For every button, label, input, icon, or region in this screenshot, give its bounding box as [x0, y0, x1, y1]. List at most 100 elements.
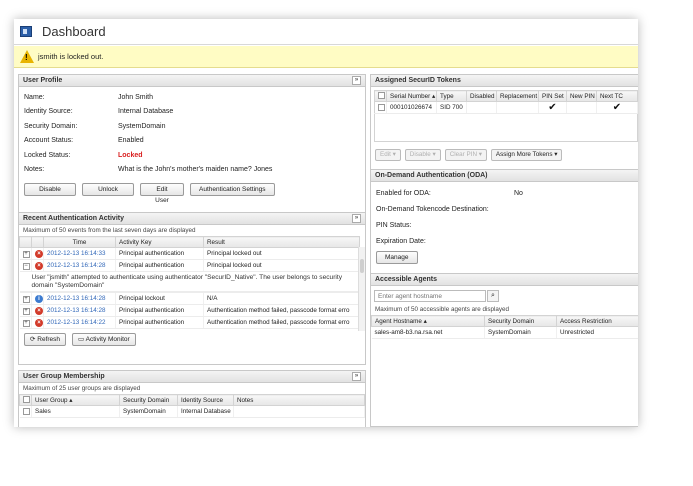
- col-agent-security-domain[interactable]: Security Domain: [484, 315, 557, 327]
- user-profile-header: User Profile »: [19, 75, 365, 87]
- table-row[interactable]: + × 2012-12-13 16:14:28 Principal authen…: [19, 304, 360, 317]
- field-security-domain: Security Domain: SystemDomain: [24, 122, 166, 130]
- checkmark-icon: ✔: [612, 101, 622, 113]
- recent-auth-title: Recent Authentication Activity: [23, 215, 124, 222]
- dropdown-icon: ▾: [478, 151, 482, 158]
- table-row[interactable]: 000101026674 SID 700 ✔ ✔: [374, 101, 638, 114]
- col-disabled[interactable]: Disabled: [466, 90, 497, 102]
- table-row[interactable]: + × 2012-12-13 16:14:33 Principal authen…: [19, 247, 360, 260]
- group-header-row: User Group ▴ Security Domain Identity So…: [19, 394, 365, 406]
- col-result[interactable]: Result: [203, 236, 360, 248]
- table-row[interactable]: Sales SystemDomain Internal Database: [19, 405, 365, 418]
- tokens-header: Assigned SecurID Tokens: [371, 75, 638, 87]
- info-icon: i: [35, 294, 43, 303]
- disable-token-menu[interactable]: Disable ▾: [404, 149, 441, 161]
- group-membership-note: Maximum of 25 user groups are displayed: [23, 385, 141, 392]
- col-access-restriction[interactable]: Access Restriction: [556, 315, 638, 327]
- col-activity-key[interactable]: Activity Key: [115, 236, 204, 248]
- refresh-button[interactable]: ⟳ Refresh: [24, 333, 67, 346]
- collapse-minus-icon[interactable]: −: [22, 262, 30, 270]
- page-title: Dashboard: [42, 24, 106, 39]
- select-all-checkbox[interactable]: [23, 396, 30, 404]
- col-time[interactable]: Time: [43, 236, 116, 248]
- recent-auth-header-row: Time Activity Key Result: [19, 236, 360, 248]
- field-locked-status: Locked Status: Locked: [24, 151, 143, 159]
- monitor-icon: ▭: [78, 336, 86, 343]
- token-row-checkbox[interactable]: [378, 103, 385, 111]
- col-serial-number[interactable]: Serial Number ▴: [386, 90, 437, 102]
- tokens-header-row: Serial Number ▴ Type Disabled Replacemen…: [374, 90, 638, 102]
- recent-auth-grid: Time Activity Key Result + × 2012-12-13 …: [19, 236, 365, 331]
- expand-plus-icon[interactable]: +: [22, 295, 30, 303]
- agents-panel: Accessible Agents ⌕ Maximum of 50 access…: [370, 273, 638, 427]
- sort-asc-icon: ▴: [69, 396, 73, 404]
- clear-pin-menu[interactable]: Clear PIN ▾: [444, 149, 487, 161]
- group-membership-title: User Group Membership: [23, 373, 105, 380]
- agents-title: Accessible Agents: [375, 276, 437, 283]
- search-icon[interactable]: ⌕: [487, 290, 499, 302]
- unlock-button[interactable]: Unlock: [82, 183, 134, 196]
- row-checkbox[interactable]: [22, 407, 30, 415]
- edit-token-menu[interactable]: Edit ▾: [375, 149, 401, 161]
- agents-header-row: Agent Hostname ▴ Security Domain Access …: [371, 315, 638, 327]
- recent-auth-scrollbar[interactable]: [358, 247, 365, 331]
- table-row[interactable]: + i 2012-12-13 16:14:28 Principal lockou…: [19, 292, 360, 305]
- dropdown-icon: ▾: [432, 151, 436, 158]
- collapse-recent-auth-icon[interactable]: »: [352, 214, 361, 223]
- field-identity-source: Identity Source: Internal Database: [24, 108, 174, 116]
- tokens-title: Assigned SecurID Tokens: [375, 77, 461, 84]
- field-notes: Notes: What is the John's mother's maiden…: [24, 166, 273, 174]
- activity-monitor-button[interactable]: ▭ Activity Monitor: [72, 333, 136, 346]
- field-name: Name: John Smith: [24, 93, 154, 101]
- col-agent-hostname[interactable]: Agent Hostname ▴: [371, 315, 485, 327]
- app-logo-icon: [20, 26, 32, 37]
- table-row[interactable]: sales-am8-b3.na.rsa.net SystemDomain Unr…: [371, 326, 638, 339]
- disable-button[interactable]: Disable: [24, 183, 76, 196]
- oda-destination: On-Demand Tokencode Destination:: [376, 205, 489, 213]
- col-type[interactable]: Type: [436, 90, 467, 102]
- manage-oda-button[interactable]: Manage: [376, 251, 418, 264]
- field-account-status: Account Status: Enabled: [24, 137, 144, 145]
- edit-user-button[interactable]: Edit User: [140, 183, 184, 204]
- oda-enabled: Enabled for ODA: No: [376, 189, 523, 197]
- expand-plus-icon[interactable]: +: [22, 319, 30, 327]
- dropdown-icon: ▾: [392, 151, 396, 158]
- oda-panel: On-Demand Authentication (ODA) Enabled f…: [370, 169, 638, 285]
- group-membership-header: User Group Membership »: [19, 371, 365, 383]
- col-replacement[interactable]: Replacement: [496, 90, 539, 102]
- sort-asc-icon: ▴: [432, 92, 436, 100]
- expand-plus-icon[interactable]: +: [22, 307, 30, 315]
- dropdown-icon: ▾: [554, 151, 558, 158]
- table-row[interactable]: + × 2012-12-13 16:14:22 Principal authen…: [19, 316, 360, 329]
- col-next-tc[interactable]: Next TC: [596, 90, 638, 102]
- empty-rows: [375, 114, 638, 142]
- sort-asc-icon: ▴: [423, 317, 427, 325]
- user-profile-title: User Profile: [23, 77, 63, 84]
- collapse-group-membership-icon[interactable]: »: [352, 372, 361, 381]
- col-new-pin[interactable]: New PIN: [566, 90, 597, 102]
- collapse-user-profile-icon[interactable]: »: [352, 76, 361, 85]
- oda-pin-status: PIN Status:: [376, 221, 412, 229]
- expand-plus-icon[interactable]: +: [22, 250, 30, 258]
- warning-icon: !: [20, 50, 34, 63]
- row-detail: User "jsmith" attempted to authenticate …: [19, 271, 360, 293]
- error-icon: ×: [35, 306, 43, 315]
- col-notes[interactable]: Notes: [233, 394, 365, 406]
- table-row[interactable]: − × 2012-12-13 16:14:28 Principal authen…: [19, 259, 360, 272]
- assign-more-tokens-menu[interactable]: Assign More Tokens ▾: [490, 149, 563, 161]
- agent-hostname-search-input[interactable]: [374, 290, 486, 302]
- group-membership-panel: User Group Membership » Maximum of 25 us…: [18, 370, 366, 427]
- col-user-group[interactable]: User Group ▴: [31, 394, 120, 406]
- col-identity-source[interactable]: Identity Source: [177, 394, 234, 406]
- col-pin-set[interactable]: PIN Set: [538, 90, 567, 102]
- select-all-tokens-checkbox[interactable]: [378, 92, 385, 100]
- user-profile-panel: User Profile » Name: John Smith Identity …: [18, 74, 366, 226]
- error-icon: ×: [35, 318, 43, 327]
- recent-auth-header: Recent Authentication Activity »: [19, 213, 365, 225]
- col-security-domain[interactable]: Security Domain: [119, 394, 178, 406]
- lockout-alert: ! jsmith is locked out.: [14, 46, 638, 68]
- authentication-settings-button[interactable]: Authentication Settings: [190, 183, 275, 196]
- oda-expiration-date: Expiration Date:: [376, 237, 426, 245]
- recent-auth-panel: Recent Authentication Activity » Maximum…: [18, 212, 366, 365]
- scrollbar-thumb[interactable]: [360, 259, 364, 273]
